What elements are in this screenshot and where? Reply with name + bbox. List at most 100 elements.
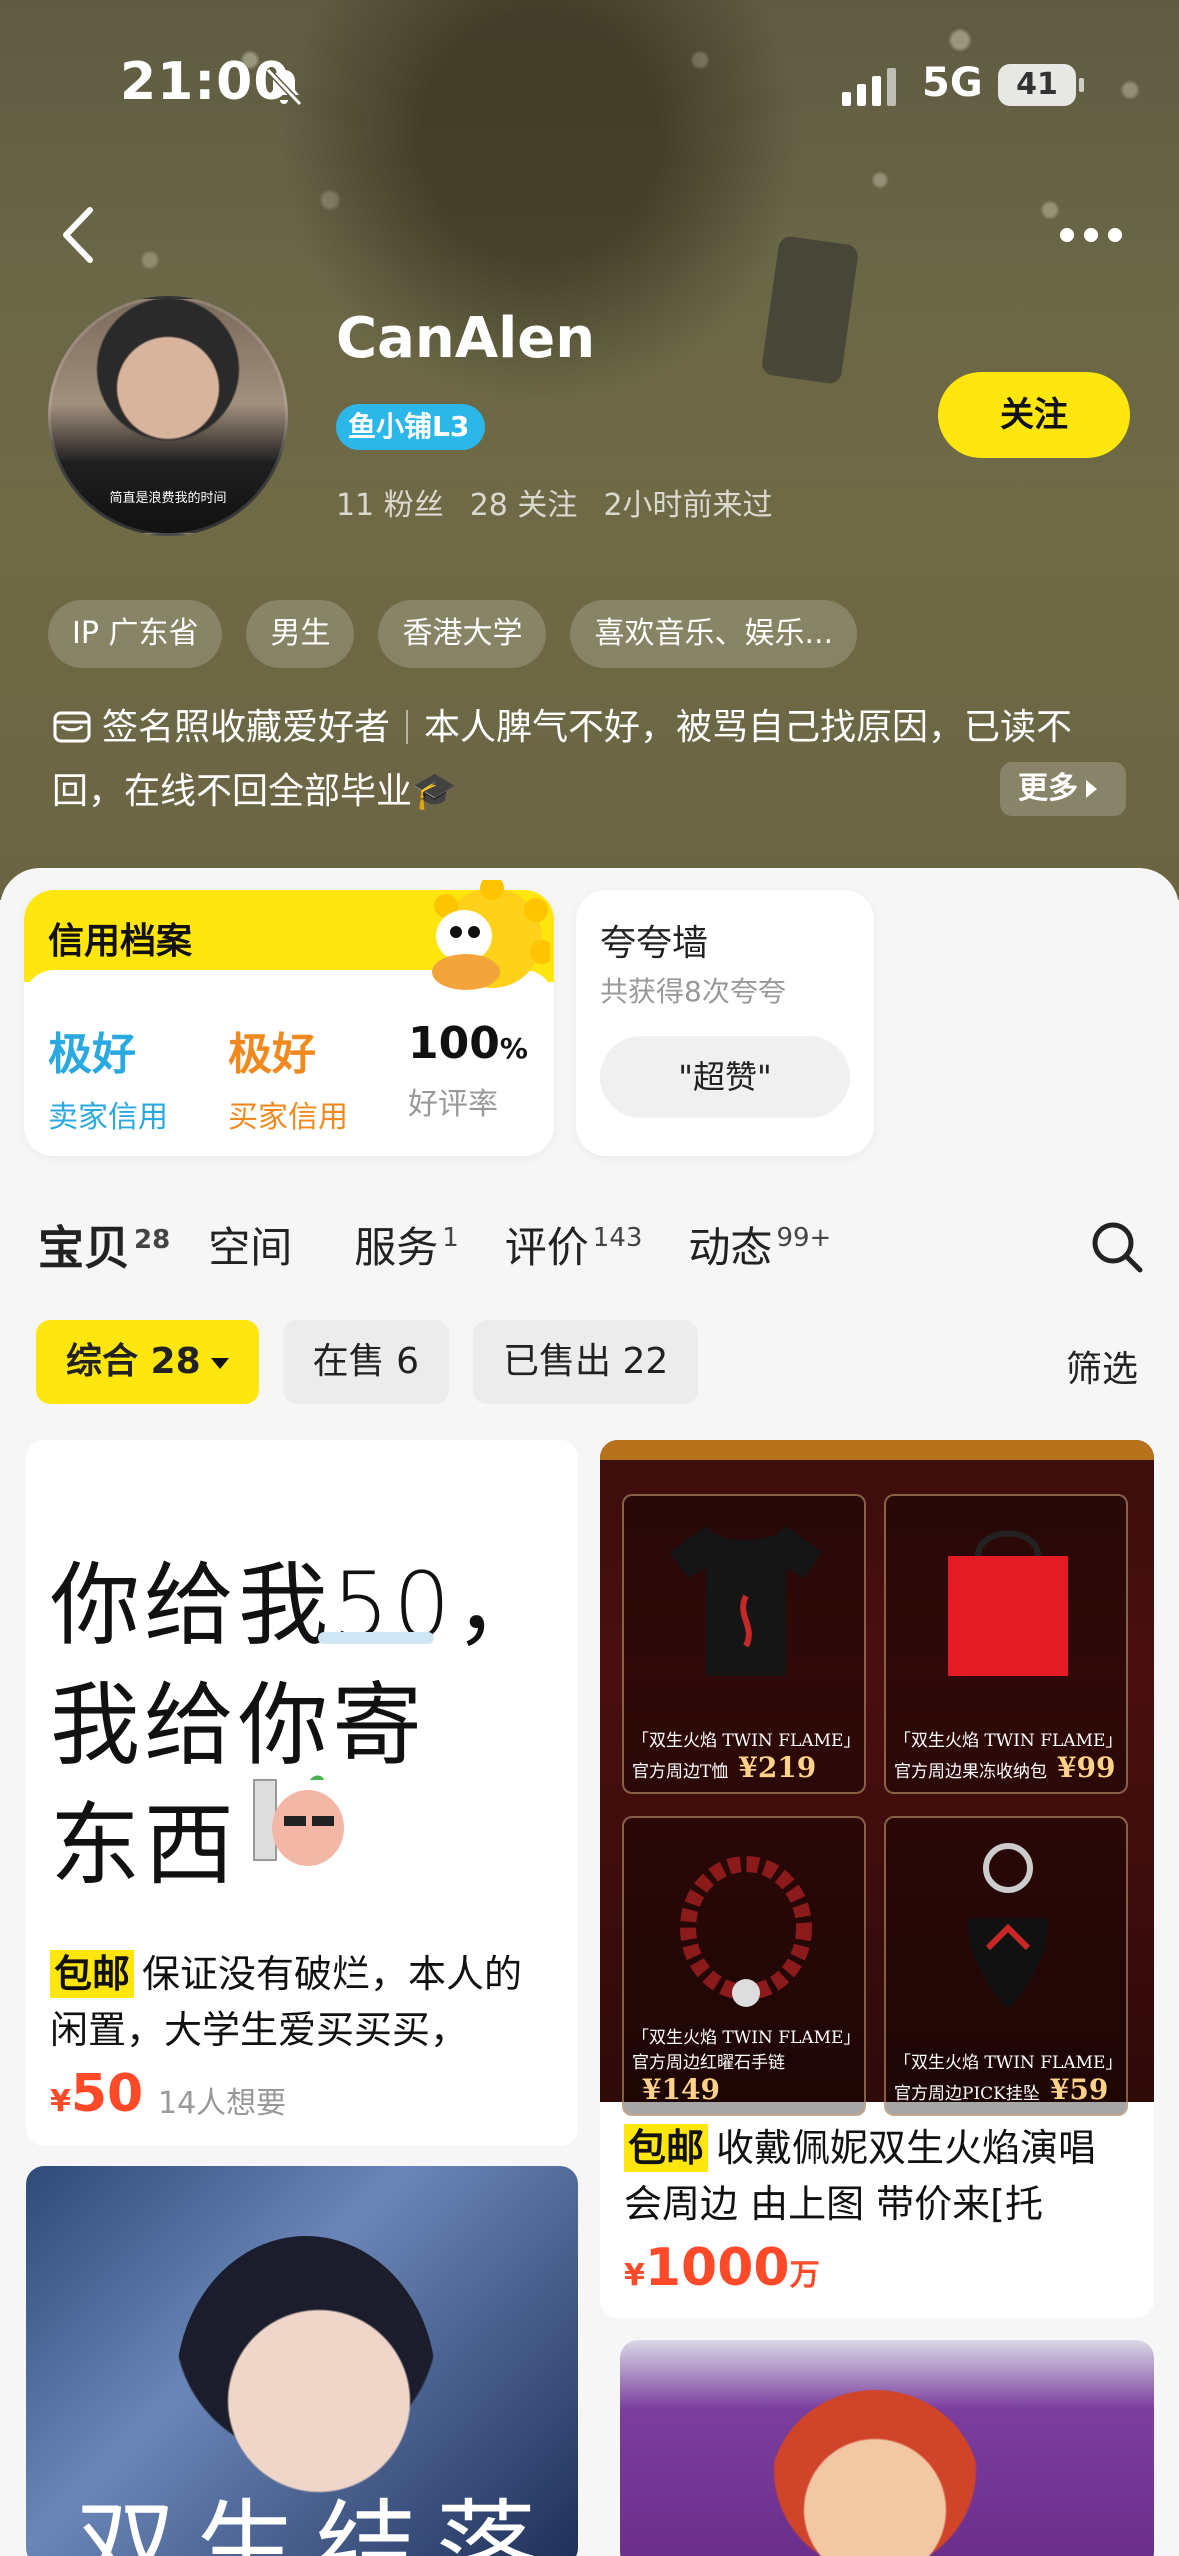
background-photo-detail bbox=[760, 235, 860, 385]
profile-stats: 11 粉丝 28 关注 2小时前来过 bbox=[336, 480, 773, 524]
tab-activity[interactable]: 动态 99+ bbox=[688, 1214, 831, 1282]
merch-tshirt: 「双生火焰 TWIN FLAME」官方周边T恤 ¥219 bbox=[622, 1494, 866, 1794]
rate-number: 100 bbox=[408, 1018, 500, 1069]
poster-title: 双生结落 bbox=[76, 2489, 556, 2556]
image-text-line: 东西 bbox=[50, 1793, 238, 1898]
bio-more-button[interactable]: 更多 bbox=[1000, 762, 1126, 816]
tshirt-icon bbox=[670, 1526, 822, 1676]
buyer-credit-value: 极好 bbox=[228, 1029, 316, 1080]
filter-on-sale[interactable]: 在售 6 bbox=[282, 1320, 449, 1404]
avatar[interactable]: 简直是浪费我的时间 bbox=[48, 296, 288, 536]
back-button[interactable] bbox=[50, 200, 110, 270]
price-value: 1000 bbox=[644, 2238, 790, 2298]
avatar-caption: 简直是浪费我的时间 bbox=[109, 491, 227, 506]
tab-count: 99+ bbox=[776, 1223, 832, 1253]
tab-label: 动态 bbox=[688, 1223, 773, 1272]
filter-chips: 综合 28 在售 6 已售出 22 bbox=[36, 1320, 699, 1404]
buyer-credit: 极好 买家信用 bbox=[228, 1018, 348, 1136]
merch-price: ¥219 bbox=[738, 1751, 817, 1784]
praise-wall-card[interactable]: 夸夸墙 共获得8次夸夸 "超赞" bbox=[576, 890, 874, 1156]
tag-ip-location: IP 广东省 bbox=[48, 600, 223, 668]
free-shipping-tag: 包邮 bbox=[50, 1950, 135, 1998]
cellular-signal-icon bbox=[842, 68, 896, 106]
tab-count: 1 bbox=[442, 1223, 459, 1253]
merch-pick: 「双生火焰 TWIN FLAME」官方周边PICK挂坠 ¥59 bbox=[884, 1816, 1128, 2116]
profile-tabs: 宝贝 28 空间 服务 1 评价 143 动态 99+ bbox=[38, 1212, 831, 1282]
praise-tag[interactable]: "超赞" bbox=[600, 1036, 850, 1118]
pick-pendant-icon bbox=[968, 1843, 1048, 2008]
merch-price: ¥99 bbox=[1057, 1751, 1116, 1784]
profile-tags: IP 广东省 男生 香港大学 喜欢音乐、娱乐... bbox=[48, 600, 858, 668]
praise-wall-title: 夸夸墙 bbox=[600, 923, 709, 964]
positive-rate-label: 好评率 bbox=[408, 1087, 498, 1122]
price-value: 50 bbox=[70, 2064, 144, 2124]
product-price: ¥50 bbox=[50, 2064, 143, 2124]
image-text-line: 我给你寄 bbox=[50, 1673, 426, 1778]
dot-icon bbox=[1084, 228, 1098, 242]
bag-icon bbox=[948, 1530, 1068, 1676]
caret-down-icon bbox=[210, 1358, 229, 1369]
merch-bag: 「双生火焰 TWIN FLAME」官方周边果冻收纳包 ¥99 bbox=[884, 1494, 1128, 1794]
merch-price: ¥149 bbox=[642, 2073, 720, 2106]
last-seen: 2小时前来过 bbox=[603, 488, 773, 523]
tab-label: 评价 bbox=[504, 1223, 589, 1272]
poster-portrait bbox=[770, 2390, 980, 2556]
shop-level-badge[interactable]: 鱼小铺L3 bbox=[336, 404, 486, 450]
filter-all-label: 综合 28 bbox=[66, 1341, 201, 1382]
tag-interests[interactable]: 喜欢音乐、娱乐... bbox=[570, 600, 858, 668]
product-title: 包邮 收戴佩妮双生火焰演唱会周边 由上图 带价来[托 bbox=[624, 2120, 1134, 2232]
username: CanAlen bbox=[336, 306, 596, 371]
tag-school: 香港大学 bbox=[378, 600, 547, 668]
free-shipping-tag: 包邮 bbox=[624, 2124, 709, 2172]
image-underline bbox=[318, 1632, 434, 1644]
bracelet-icon bbox=[680, 1856, 812, 2007]
product-image bbox=[620, 2340, 1154, 2556]
status-bar: 21:00 5G 41 bbox=[0, 0, 1179, 150]
tab-services[interactable]: 服务 1 bbox=[354, 1214, 459, 1282]
product-card[interactable] bbox=[620, 2340, 1154, 2556]
network-type: 5G bbox=[922, 60, 983, 106]
sticker-icon bbox=[253, 1775, 344, 1866]
dot-icon bbox=[1108, 228, 1122, 242]
product-price: ¥1000万 bbox=[624, 2238, 820, 2298]
follow-button[interactable]: 关注 bbox=[938, 372, 1130, 458]
price-currency: ¥ bbox=[624, 2258, 645, 2293]
bio-separator bbox=[406, 710, 409, 744]
tab-label: 服务 bbox=[354, 1223, 439, 1272]
battery-icon: 41 bbox=[998, 64, 1076, 106]
search-icon[interactable] bbox=[1088, 1218, 1146, 1276]
filter-button[interactable]: 筛选 bbox=[1066, 1340, 1138, 1392]
want-count: 14人想要 bbox=[158, 2086, 287, 2121]
filter-all[interactable]: 综合 28 bbox=[36, 1320, 259, 1404]
merch-price: ¥59 bbox=[1049, 2073, 1109, 2106]
product-image: 「双生火焰 TWIN FLAME」官方周边T恤 ¥219 「双生火焰 TWIN F… bbox=[600, 1440, 1154, 2116]
profile-bio: 签名照收藏爱好者 本人脾气不好，被骂自己找原因，已读不回，在线不回全部毕业🎓 bbox=[52, 696, 1132, 824]
filter-sold[interactable]: 已售出 22 bbox=[473, 1320, 699, 1404]
product-card[interactable]: 双生结落 bbox=[26, 2166, 578, 2556]
chevron-right-icon bbox=[1086, 780, 1097, 798]
tab-count: 143 bbox=[592, 1223, 643, 1253]
image-banner bbox=[600, 1440, 1154, 1460]
tab-count: 28 bbox=[134, 1225, 171, 1255]
dot-icon bbox=[1060, 228, 1074, 242]
product-image: 双生结落 bbox=[26, 2166, 578, 2556]
tab-space[interactable]: 空间 bbox=[208, 1214, 292, 1282]
merch-bracelet: 「双生火焰 TWIN FLAME」官方周边红曜石手链¥149 bbox=[622, 1816, 866, 2116]
merch-caption-text: 「双生火焰 TWIN FLAME」官方周边红曜石手链 bbox=[632, 2028, 852, 2073]
fans-count[interactable]: 11 粉丝 bbox=[336, 480, 444, 524]
tab-label: 空间 bbox=[208, 1223, 293, 1272]
seller-credit: 极好 卖家信用 bbox=[48, 1018, 168, 1136]
more-options-button[interactable] bbox=[1060, 220, 1130, 250]
tab-label: 宝贝 bbox=[38, 1221, 130, 1275]
merch-caption: 「双生火焰 TWIN FLAME」官方周边T恤 ¥219 bbox=[632, 1726, 856, 1784]
tab-items[interactable]: 宝贝 28 bbox=[38, 1212, 170, 1282]
following-count[interactable]: 28 关注 bbox=[470, 480, 578, 524]
product-title: 包邮 保证没有破烂，本人的闲置，大学生爱买买买， bbox=[50, 1946, 550, 2058]
bell-off-icon bbox=[265, 67, 303, 107]
seller-credit-value: 极好 bbox=[48, 1029, 136, 1080]
merch-caption: 「双生火焰 TWIN FLAME」官方周边红曜石手链¥149 bbox=[632, 2023, 856, 2106]
tab-reviews[interactable]: 评价 143 bbox=[505, 1214, 643, 1282]
shop-icon bbox=[53, 711, 91, 743]
positive-rate: 100% 好评率 bbox=[408, 1018, 528, 1123]
positive-rate-value: 100% bbox=[408, 1018, 528, 1069]
